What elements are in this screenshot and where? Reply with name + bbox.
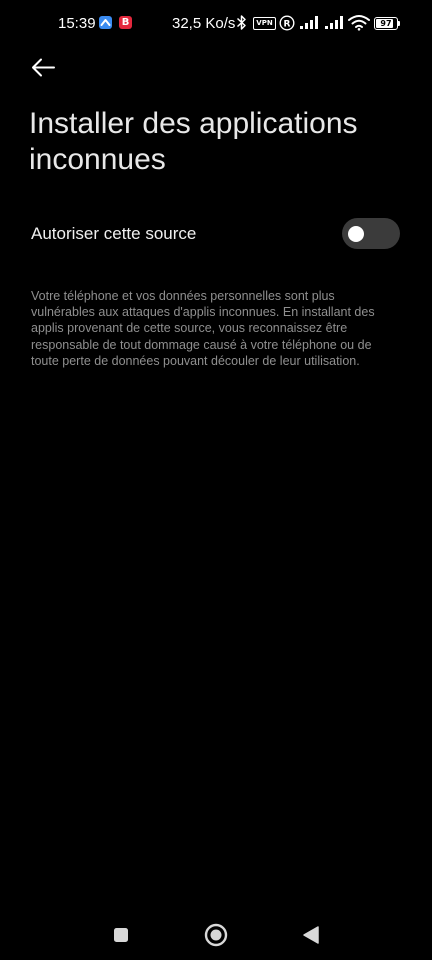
back-triangle-icon xyxy=(303,926,319,944)
toggle-knob xyxy=(348,225,364,242)
recents-square-icon xyxy=(114,928,128,942)
status-time: 15:39 xyxy=(58,15,96,32)
arrow-left-icon xyxy=(32,58,55,77)
home-circle-icon xyxy=(204,923,228,947)
b-app-letter: B xyxy=(121,17,130,28)
blue-app-icon xyxy=(99,16,112,29)
roaming-icon: R xyxy=(279,15,295,31)
battery-tip xyxy=(398,21,400,26)
navigation-bar xyxy=(0,910,432,960)
allow-source-label: Autoriser cette source xyxy=(31,224,197,243)
network-speed: 32,5 Ko/s xyxy=(172,15,236,32)
status-bar: 15:39 B 32,5 Ko/s VPN R 97 xyxy=(0,0,432,46)
signal-icon xyxy=(325,15,347,30)
nav-back-button[interactable] xyxy=(296,920,326,950)
page-title: Installer des applications inconnues xyxy=(29,107,358,176)
battery-icon: 97 xyxy=(374,17,398,30)
warning-description: Votre téléphone et vos données personnel… xyxy=(31,289,375,368)
vpn-icon: VPN xyxy=(253,17,276,30)
recents-button[interactable] xyxy=(106,920,136,950)
home-button[interactable] xyxy=(201,920,231,950)
b-app-icon: B xyxy=(119,16,132,29)
wifi-icon xyxy=(348,14,370,31)
allow-source-toggle[interactable] xyxy=(342,218,400,249)
bluetooth-icon xyxy=(236,14,247,31)
battery-level: 97 xyxy=(380,19,392,28)
allow-source-setting[interactable]: Autoriser cette source xyxy=(0,208,432,260)
back-button[interactable] xyxy=(26,50,62,86)
signal-icon xyxy=(300,15,322,30)
svg-text:R: R xyxy=(284,20,291,30)
